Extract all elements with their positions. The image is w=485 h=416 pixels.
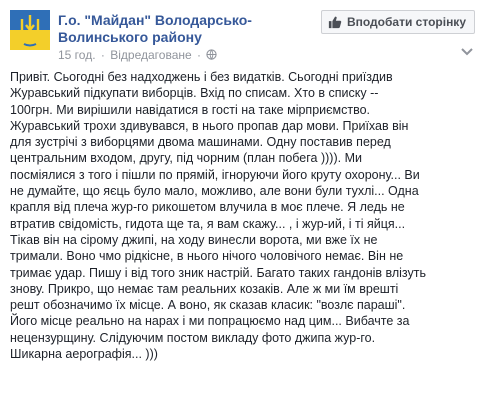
page-name-link[interactable]: Г.о. "Майдан" Володарсько- Волинського р…	[58, 12, 308, 46]
post-body-line: крапля від плеча жур-го рикошетом влучил…	[10, 200, 405, 215]
like-page-label: Вподобати сторінку	[346, 15, 466, 29]
post-body-line: тримали. Воно чмо рідкісне, в нього нічо…	[10, 249, 404, 264]
trident-emblem-icon	[20, 15, 40, 47]
post-timestamp[interactable]: 15 год.	[58, 48, 96, 62]
post-body-line: центральним входом, другу, під чорним (п…	[10, 151, 362, 166]
meta-separator-2: ·	[197, 48, 202, 62]
facebook-post: Г.о. "Майдан" Володарсько- Волинського р…	[0, 0, 485, 416]
post-body-line: посміялися з того і пішли по прямій, ігн…	[10, 167, 420, 182]
post-body-line: тримає удар. Пишу і від того зник настрі…	[10, 265, 426, 280]
post-body-line: для зустрічі з виборцями двома машинами.…	[10, 135, 391, 150]
like-page-button[interactable]: Вподобати сторінку	[320, 10, 475, 34]
edited-label[interactable]: Відредаговане	[110, 48, 191, 62]
chevron-down-icon[interactable]	[459, 46, 475, 58]
post-body-line: Тікав він на сірому джипі, на ходу винес…	[10, 232, 378, 247]
globe-icon[interactable]	[206, 49, 217, 60]
post-body-line: не думайте, що яєць було мало, можливо, …	[10, 184, 419, 199]
post-body-line: знову. Прикро, що немає там реальних коз…	[10, 281, 399, 296]
page-avatar[interactable]	[10, 10, 50, 50]
post-body-line: втратив свідомість, гидота ще та, я вам …	[10, 216, 406, 231]
page-name-line1: Г.о. "Майдан" Володарсько-	[58, 12, 252, 28]
post-body-line: Журавський трохи здивувався, в нього про…	[10, 118, 409, 133]
meta-separator: ·	[100, 48, 105, 62]
post-body-text: Привіт. Сьогодні без надходжень і без ви…	[10, 69, 470, 362]
post-body-line: Журавський підкупати виборців. Вхід по с…	[10, 86, 379, 101]
post-body-line: Його місце реально на нарах і ми попрацю…	[10, 314, 410, 329]
post-body-line: Привіт. Сьогодні без надходжень і без ви…	[10, 70, 393, 84]
post-body-line: 100грн. Ми вирішили навідатися в гості н…	[10, 102, 371, 117]
post-body-line: Шикарна аерографія... )))	[10, 347, 158, 362]
page-name-line2: Волинського району	[58, 29, 202, 45]
post-body-line: нецензурщину. Слідуючим постом викладу ф…	[10, 330, 376, 345]
post-header: Г.о. "Майдан" Володарсько- Волинського р…	[10, 10, 475, 62]
post-meta: 15 год. · Відредаговане ·	[58, 48, 217, 62]
post-body-line: решт обозначимо їх місце. А воно, як ска…	[10, 298, 406, 313]
thumbs-up-icon	[328, 16, 342, 29]
